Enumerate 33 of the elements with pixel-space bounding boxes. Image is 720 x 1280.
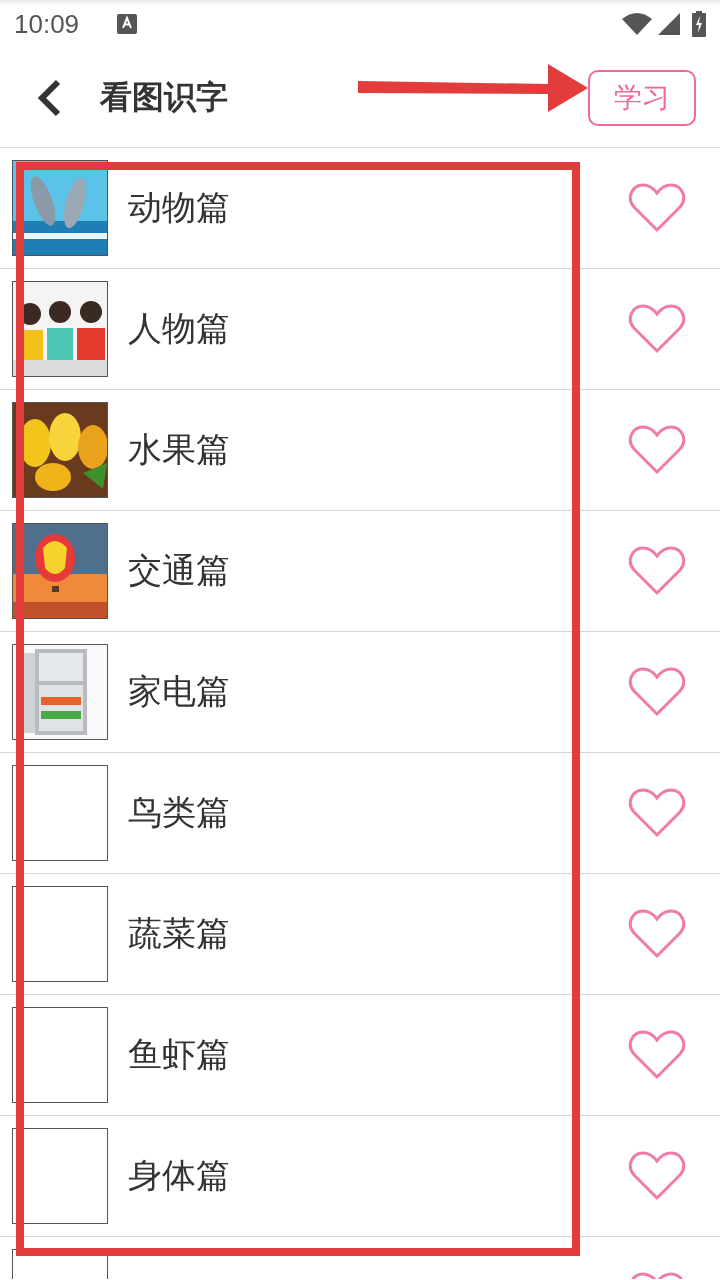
heart-icon[interactable] [628,909,686,959]
heart-icon[interactable] [628,1030,686,1080]
category-label: 鸟类篇 [128,791,231,834]
category-label: 水果篇 [128,428,231,471]
battery-icon [692,11,706,37]
heart-icon[interactable] [628,1151,686,1201]
category-label: 鱼虾篇 [128,1033,231,1076]
category-item[interactable]: 鸟类篇 [0,753,720,874]
category-item[interactable]: 人物篇 [0,269,720,390]
wifi-icon [622,13,652,35]
category-item[interactable]: 鱼虾篇 [0,995,720,1116]
heart-icon[interactable] [628,304,686,354]
category-item[interactable]: 动物篇 [0,148,720,269]
heart-icon[interactable] [628,788,686,838]
heart-icon[interactable] [628,667,686,717]
heart-icon[interactable] [628,546,686,596]
page-title: 看图识字 [100,76,228,118]
signal-icon [658,13,680,35]
heart-icon[interactable] [628,183,686,233]
status-time: 10:09 [14,8,80,40]
category-label: 人物篇 [128,307,231,350]
category-item[interactable]: 交通篇 [0,511,720,632]
category-label: 蔬菜篇 [128,912,231,955]
category-label: 动物篇 [128,186,231,229]
category-label: 身体篇 [128,1154,231,1197]
category-item[interactable]: 身体篇 [0,1116,720,1237]
category-label: 交通篇 [128,549,231,592]
heart-icon[interactable] [628,425,686,475]
category-item[interactable]: 家电篇 [0,632,720,753]
category-item[interactable]: 蔬菜篇 [0,874,720,995]
category-item[interactable]: 水果篇 [0,390,720,511]
category-label: 家电篇 [128,670,231,713]
keyboard-icon [117,14,138,34]
